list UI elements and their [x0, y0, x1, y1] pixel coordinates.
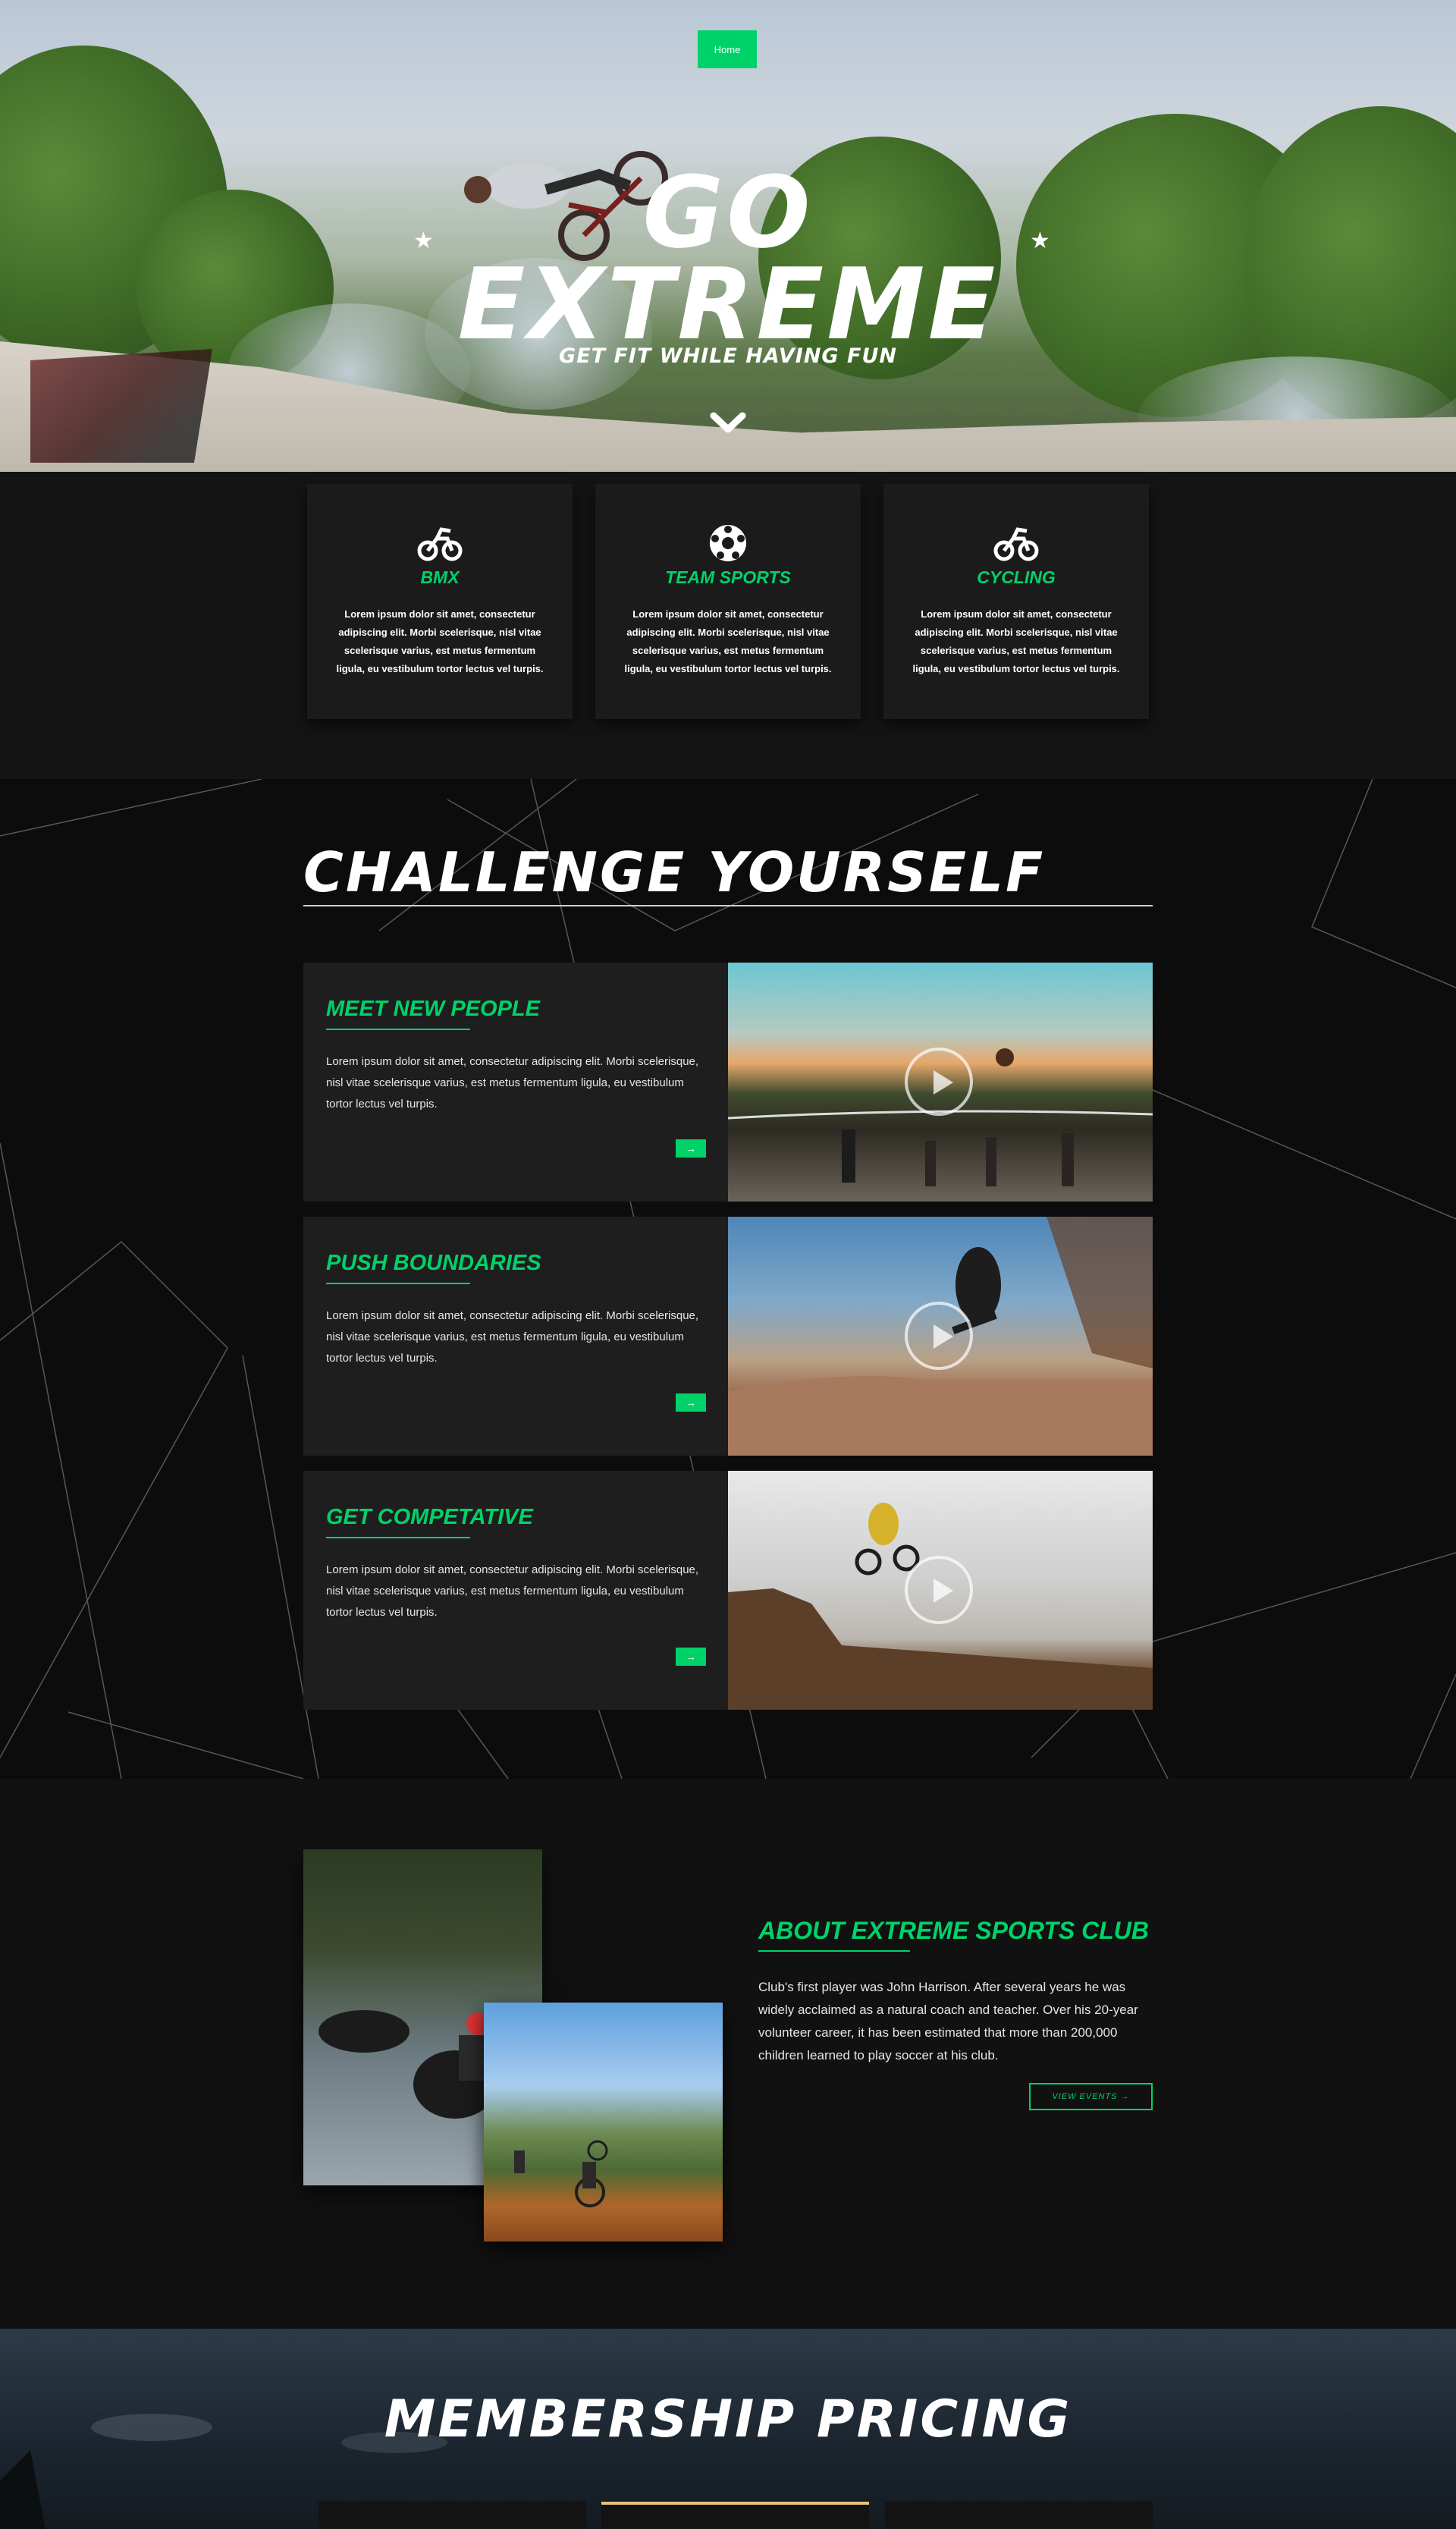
soccer-ball-icon [710, 525, 746, 561]
challenge-row-meet-new-people: MEET NEW PEOPLE Lorem ipsum dolor sit am… [303, 963, 1153, 1202]
feature-card-cycling: CYCLING Lorem ipsum dolor sit amet, cons… [883, 484, 1149, 719]
row-arrow-button[interactable]: → [676, 1393, 706, 1412]
row-arrow-button[interactable]: → [676, 1139, 706, 1158]
row-title: MEET NEW PEOPLE [326, 997, 540, 1021]
mountain-biking-scene [514, 2140, 608, 2207]
challenge-row-get-competative: GET COMPETATIVE Lorem ipsum dolor sit am… [303, 1471, 1153, 1710]
view-events-button[interactable]: VIEW EVENTS → [1029, 2083, 1153, 2110]
feature-title: TEAM SPORTS [665, 567, 791, 587]
about-text: Club's first player was John Harrison. A… [758, 1980, 1138, 2062]
challenge-row-push-boundaries: PUSH BOUNDARIES Lorem ipsum dolor sit am… [303, 1217, 1153, 1456]
feature-card-bmx: BMX Lorem ipsum dolor sit amet, consecte… [307, 484, 573, 719]
pricing-title: MEMBERSHIP PRICING [384, 2389, 1072, 2449]
skateboard-video[interactable] [728, 1217, 1153, 1456]
row-text: Lorem ipsum dolor sit amet, consectetur … [326, 1055, 699, 1111]
nav-home-button[interactable]: Home [698, 30, 757, 68]
volleyball-video[interactable] [728, 963, 1153, 1202]
row-arrow-button[interactable]: → [676, 1648, 706, 1666]
mountain-bike-video[interactable] [728, 1471, 1153, 1710]
about-section [0, 1779, 1456, 2329]
motorbike-icon [417, 527, 463, 561]
row-title-underline [326, 1537, 470, 1538]
pricing-card [318, 2502, 586, 2529]
feature-text: Lorem ipsum dolor sit amet, consectetur … [336, 608, 544, 674]
challenge-title: CHALLENGE YOURSELF [303, 840, 1046, 904]
row-title-underline [326, 1283, 470, 1284]
challenge-divider [303, 905, 1153, 906]
row-text: Lorem ipsum dolor sit amet, consectetur … [326, 1309, 699, 1365]
row-title: PUSH BOUNDARIES [326, 1251, 541, 1275]
about-title: ABOUT EXTREME SPORTS CLUB [758, 1917, 1149, 1944]
feature-title: BMX [420, 567, 460, 587]
hero-title-line2: EXTREME [457, 247, 999, 362]
pricing-card-featured [601, 2502, 869, 2529]
feature-text: Lorem ipsum dolor sit amet, consectetur … [912, 608, 1120, 674]
about-title-underline [758, 1950, 910, 1952]
pricing-card [885, 2502, 1153, 2529]
feature-title: CYCLING [977, 567, 1056, 587]
row-text: Lorem ipsum dolor sit amet, consectetur … [326, 1563, 699, 1619]
row-title-underline [326, 1029, 470, 1030]
hero-subtitle: GET FIT WHILE HAVING FUN [559, 344, 897, 368]
mountain-biking-photo [484, 2003, 723, 2242]
play-icon[interactable] [905, 1302, 973, 1370]
feature-card-team-sports: TEAM SPORTS Lorem ipsum dolor sit amet, … [595, 484, 861, 719]
play-icon[interactable] [905, 1048, 973, 1116]
row-title: GET COMPETATIVE [326, 1505, 533, 1529]
play-icon[interactable] [905, 1556, 973, 1624]
motorbike-icon [993, 527, 1039, 561]
feature-text: Lorem ipsum dolor sit amet, consectetur … [624, 608, 832, 674]
chevron-down-icon[interactable] [709, 410, 747, 437]
